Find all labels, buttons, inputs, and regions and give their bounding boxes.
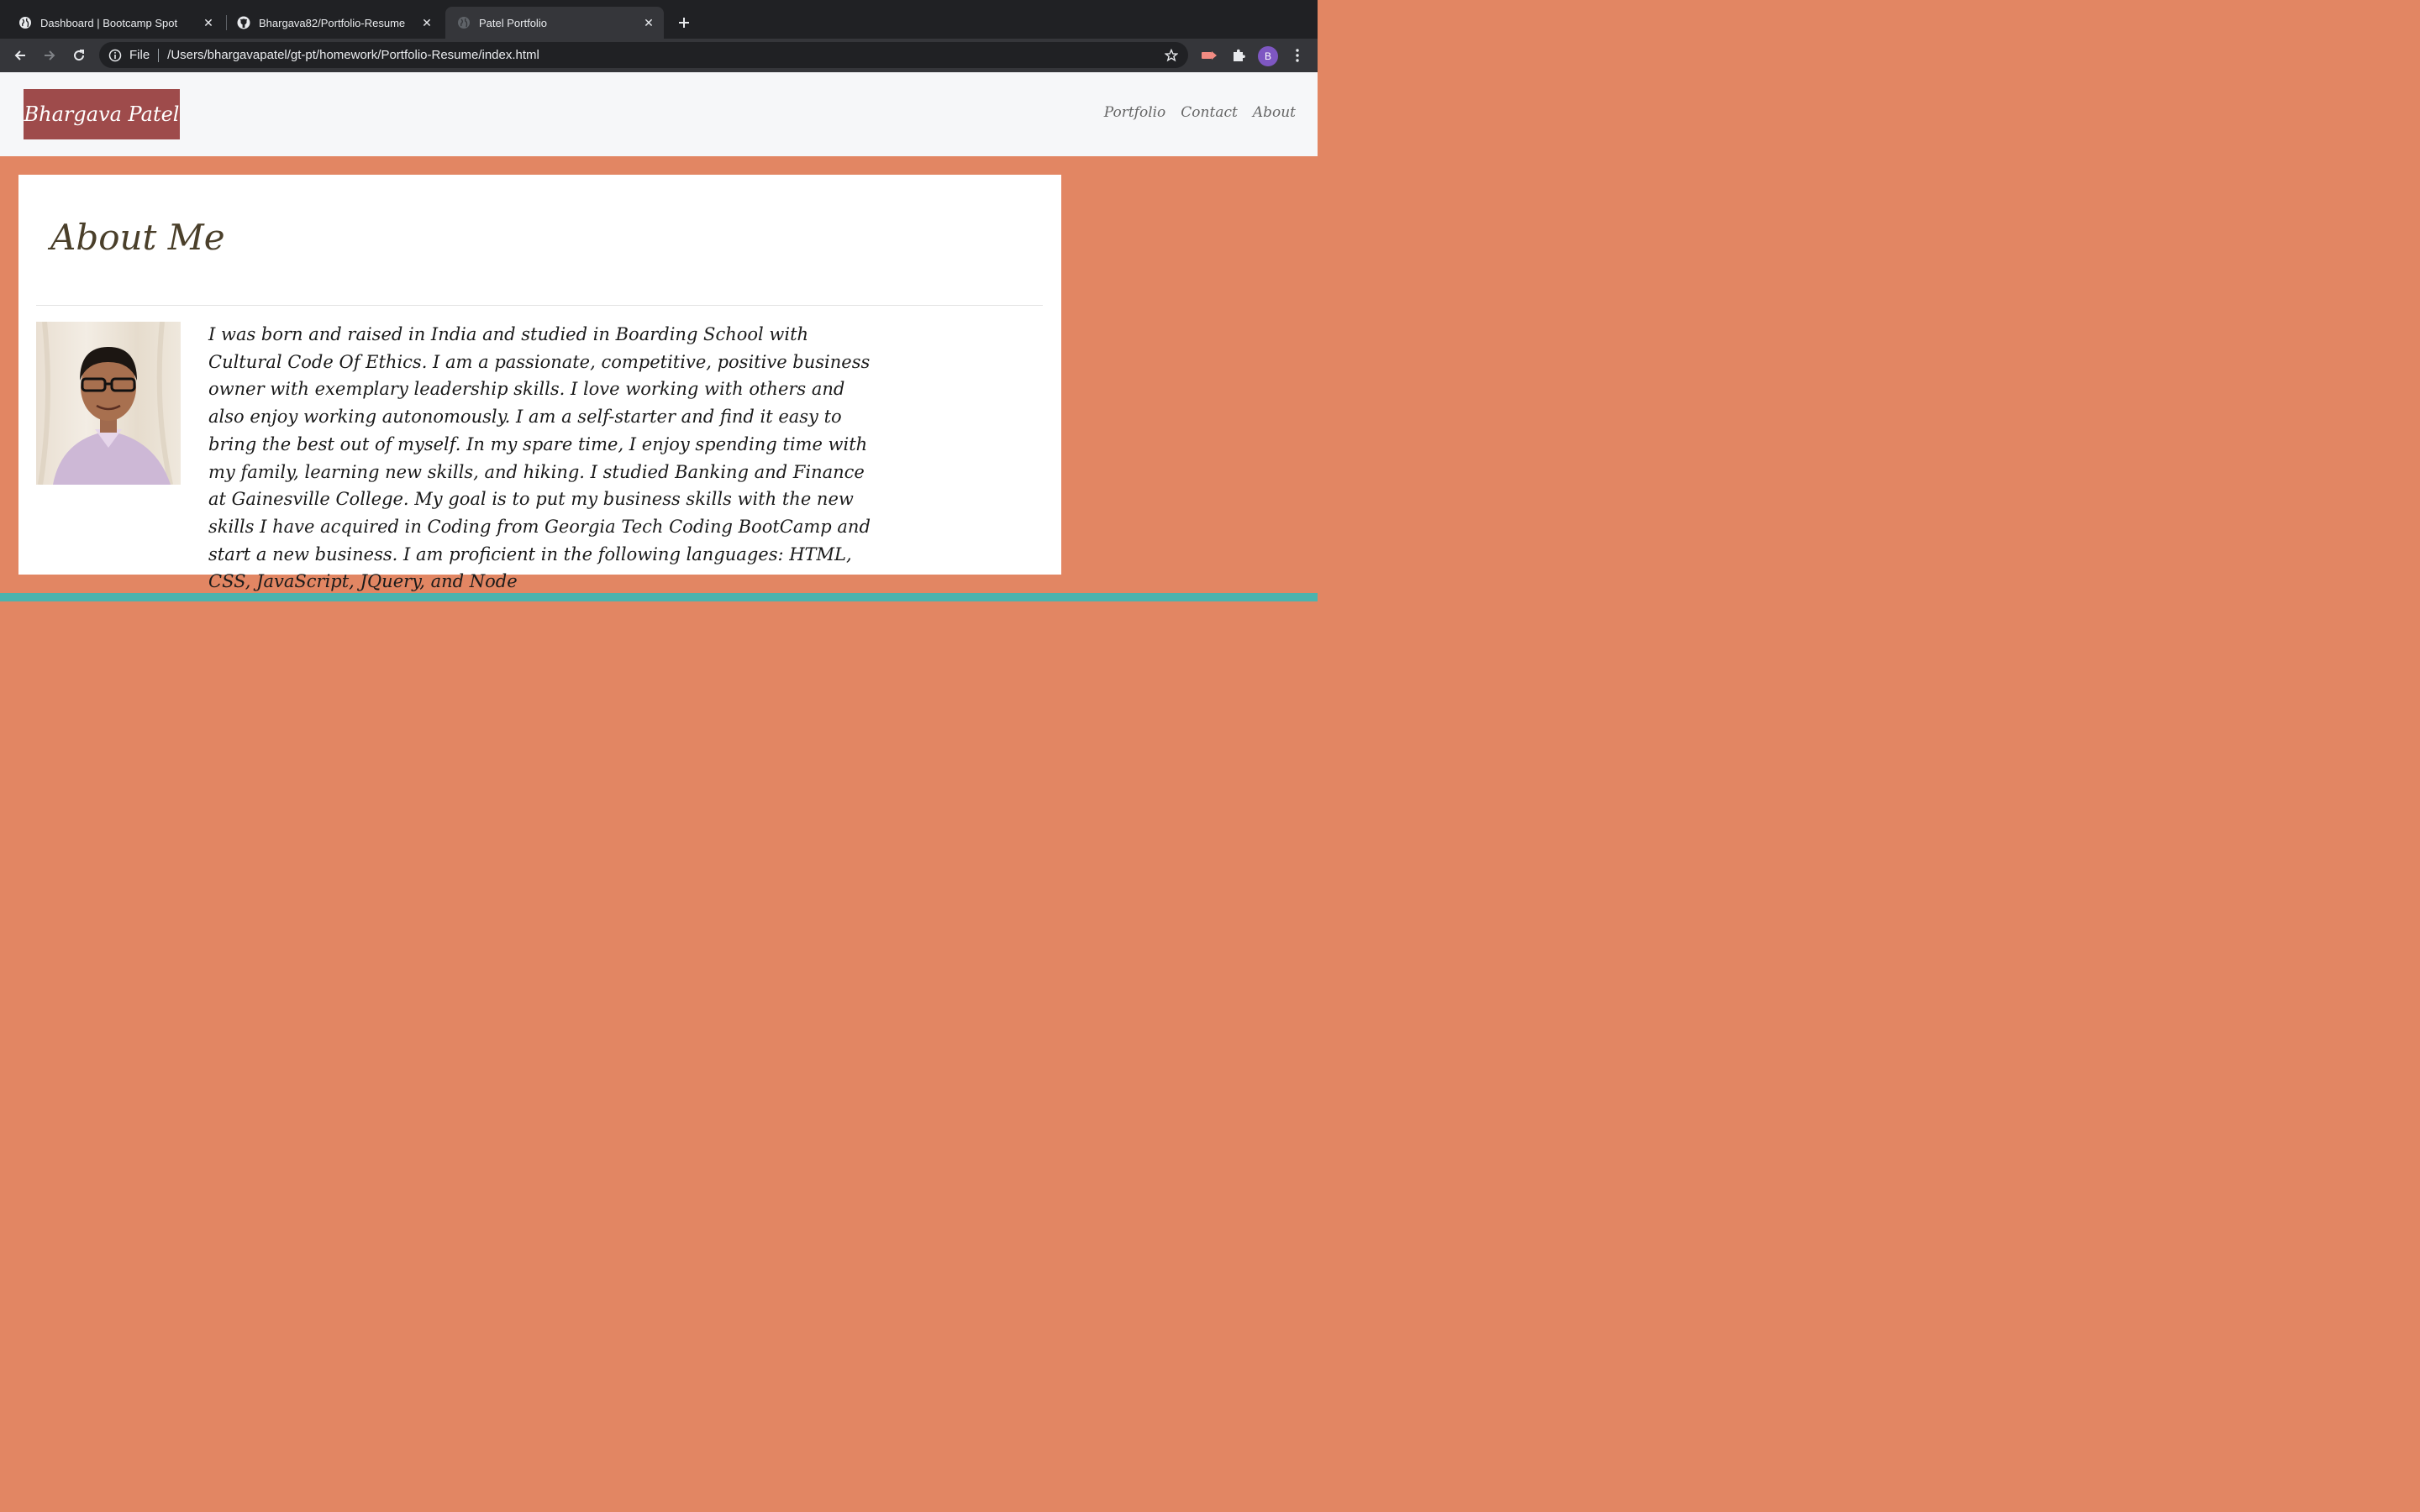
github-icon [237, 16, 250, 29]
globe-icon [18, 16, 32, 29]
plus-icon [679, 18, 689, 28]
nav-about[interactable]: About [1253, 104, 1296, 121]
site-header: Bhargava Patel Portfolio Contact About [0, 72, 1318, 156]
browser-tab-bar: Dashboard | Bootcamp Spot ✕ Bhargava82/P… [0, 0, 1318, 39]
bio-text: I was born and raised in India and studi… [208, 324, 871, 592]
puzzle-icon[interactable] [1228, 45, 1249, 66]
url-scheme: File [129, 48, 150, 62]
about-card: About Me I was born and raised in India … [18, 175, 1061, 591]
close-icon[interactable]: ✕ [418, 14, 435, 31]
footer-stripe [0, 593, 1318, 601]
more-menu-icon[interactable] [1287, 45, 1307, 66]
tab-title: Bhargava82/Portfolio-Resume [259, 16, 406, 29]
tab-github[interactable]: Bhargava82/Portfolio-Resume ✕ [225, 7, 442, 39]
divider [36, 305, 1043, 306]
reload-icon [74, 50, 85, 61]
brand-logo[interactable]: Bhargava Patel [24, 89, 180, 139]
tab-title: Dashboard | Bootcamp Spot [40, 16, 178, 29]
star-icon[interactable] [1163, 47, 1180, 64]
nav-contact[interactable]: Contact [1181, 104, 1238, 121]
arrow-right-icon [45, 50, 55, 60]
tab-dashboard[interactable]: Dashboard | Bootcamp Spot ✕ [7, 7, 224, 39]
forward-button[interactable] [39, 45, 60, 66]
arrow-left-icon [14, 50, 25, 60]
tab-patel-portfolio[interactable]: Patel Portfolio ✕ [445, 7, 664, 39]
globe-icon [457, 16, 471, 29]
back-button[interactable] [10, 45, 30, 66]
avatar[interactable]: B [1258, 46, 1278, 66]
extension-icon[interactable] [1199, 45, 1219, 66]
url-text[interactable]: /Users/bhargavapatel/gt-pt/homework/Port… [167, 48, 1163, 62]
info-icon[interactable] [108, 48, 123, 63]
page-title: About Me [50, 217, 225, 258]
profile-photo [36, 322, 181, 485]
close-icon[interactable]: ✕ [200, 14, 217, 31]
close-icon[interactable]: ✕ [640, 14, 657, 31]
new-tab-button[interactable] [674, 13, 694, 33]
divider [158, 48, 160, 62]
browser-toolbar: File /Users/bhargavapatel/gt-pt/homework… [0, 39, 1318, 72]
main-nav: Portfolio Contact About [1104, 104, 1296, 121]
nav-portfolio[interactable]: Portfolio [1104, 104, 1166, 121]
reload-button[interactable] [69, 45, 89, 66]
address-bar[interactable]: File /Users/bhargavapatel/gt-pt/homework… [99, 42, 1188, 68]
tab-title: Patel Portfolio [479, 16, 547, 29]
